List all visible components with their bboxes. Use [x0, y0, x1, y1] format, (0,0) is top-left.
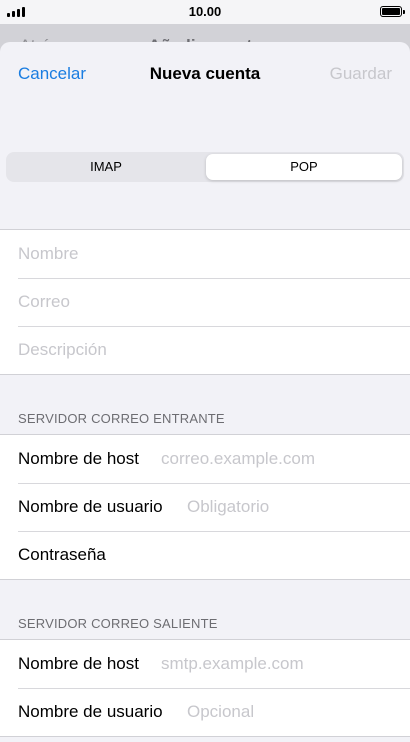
- incoming-username-field[interactable]: [187, 495, 402, 519]
- outgoing-host-row: Nombre de host: [0, 640, 410, 688]
- protocol-segmented-control: IMAP POP: [6, 152, 404, 182]
- status-bar: 10.00: [0, 0, 410, 24]
- outgoing-username-field[interactable]: [187, 700, 402, 724]
- incoming-password-field[interactable]: [122, 543, 402, 567]
- description-row: [0, 326, 410, 374]
- segment-imap[interactable]: IMAP: [8, 154, 204, 180]
- outgoing-host-field[interactable]: [161, 652, 401, 676]
- battery-icon: [380, 6, 405, 17]
- description-field[interactable]: [18, 338, 398, 362]
- sheet-nav-bar: Cancelar Nueva cuenta Guardar: [0, 42, 410, 106]
- outgoing-host-label: Nombre de host: [18, 654, 139, 673]
- incoming-server-header: SERVIDOR CORREO ENTRANTE: [18, 411, 225, 426]
- email-field[interactable]: [18, 290, 398, 314]
- incoming-password-row: Contraseña: [0, 531, 410, 579]
- incoming-password-label: Contraseña: [18, 545, 106, 564]
- incoming-host-row: Nombre de host: [0, 435, 410, 483]
- name-row: [0, 230, 410, 278]
- email-row: [0, 278, 410, 326]
- incoming-username-label: Nombre de usuario: [18, 497, 163, 516]
- save-button[interactable]: Guardar: [330, 64, 392, 84]
- name-field[interactable]: [18, 242, 398, 266]
- incoming-host-label: Nombre de host: [18, 449, 139, 468]
- outgoing-server-header: SERVIDOR CORREO SALIENTE: [18, 616, 218, 631]
- status-time: 10.00: [188, 4, 222, 19]
- incoming-server-group: Nombre de host Nombre de usuario Contras…: [0, 434, 410, 580]
- segment-pop[interactable]: POP: [206, 154, 402, 180]
- account-info-group: [0, 229, 410, 375]
- outgoing-server-group: Nombre de host Nombre de usuario: [0, 639, 410, 737]
- incoming-host-field[interactable]: [161, 447, 401, 471]
- new-account-sheet: Cancelar Nueva cuenta Guardar IMAP POP S…: [0, 42, 410, 742]
- incoming-username-row: Nombre de usuario: [0, 483, 410, 531]
- outgoing-username-label: Nombre de usuario: [18, 702, 163, 721]
